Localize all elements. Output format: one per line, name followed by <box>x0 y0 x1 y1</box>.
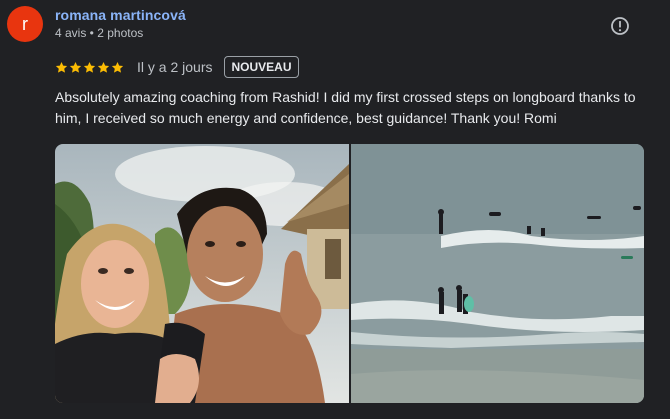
star-icon <box>83 61 96 73</box>
new-badge: NOUVEAU <box>224 56 299 78</box>
report-review-button[interactable] <box>605 11 635 41</box>
report-icon <box>611 17 629 35</box>
selfie-photo[interactable] <box>55 144 349 403</box>
star-rating <box>55 61 124 74</box>
author-name[interactable]: romana martincová <box>55 7 186 23</box>
review-photos <box>55 144 644 403</box>
rating-row: Il y a 2 jours NOUVEAU <box>55 55 299 79</box>
star-icon <box>69 61 82 73</box>
review-text: Absolutely amazing coaching from Rashid!… <box>55 89 636 126</box>
author-meta: 4 avis • 2 photos <box>55 26 144 40</box>
star-icon <box>97 61 110 73</box>
surf-beach-photo[interactable] <box>351 144 644 403</box>
star-icon <box>111 61 124 73</box>
star-icon <box>55 61 68 73</box>
review-date: Il y a 2 jours <box>137 59 213 75</box>
author-avatar[interactable]: r <box>7 6 43 42</box>
